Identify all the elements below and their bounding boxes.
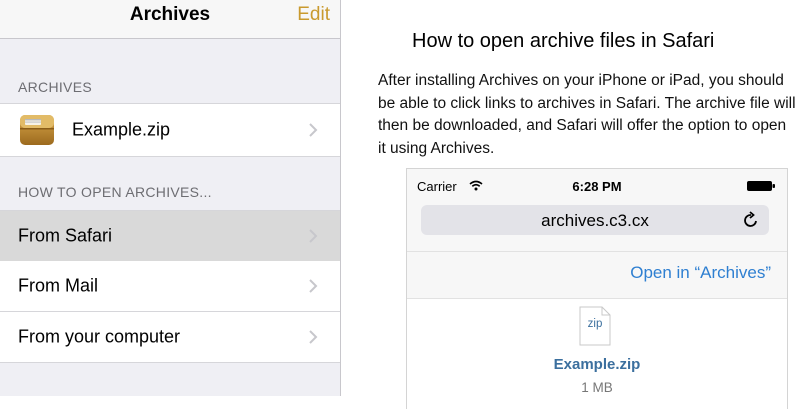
detail-body-text: After installing Archives on your iPhone… — [378, 72, 796, 157]
master-pane: Archives Edit ARCHIVES Example.zip HOW T… — [0, 0, 341, 396]
chevron-right-icon — [309, 123, 318, 137]
file-type-label: zip — [587, 318, 603, 330]
detail-title: How to open archive files in Safari — [412, 30, 715, 52]
row-label: From Mail — [18, 275, 98, 296]
reload-icon — [744, 211, 757, 227]
row-label: From Safari — [18, 225, 113, 246]
nav-title: Archives — [129, 4, 211, 25]
navigation-bar: Archives Edit — [0, 0, 340, 39]
battery-icon — [747, 181, 775, 191]
safari-screenshot-illustration: Carrier 6:28 PM archives.c3.cx Open in “… — [406, 168, 788, 409]
file-name: Example.zip — [553, 356, 641, 373]
status-time: 6:28 PM — [572, 179, 622, 194]
edit-button[interactable]: Edit — [297, 4, 330, 26]
section-header-archives: ARCHIVES — [18, 79, 92, 95]
archive-label: Example.zip — [72, 119, 171, 140]
row-from-safari[interactable]: From Safari — [0, 210, 340, 262]
url-text: archives.c3.cx — [541, 211, 649, 230]
address-bar: archives.c3.cx — [421, 205, 769, 235]
status-bar: Carrier 6:28 PM — [407, 169, 787, 201]
row-from-your-computer[interactable]: From your computer — [0, 312, 340, 363]
row-label: From your computer — [18, 326, 181, 347]
page-content: Open in “Archives” zip Example.zip 1 MB — [407, 251, 787, 409]
open-in-archives-button: Open in “Archives” — [630, 263, 771, 282]
archive-row-example-zip[interactable]: Example.zip — [0, 103, 340, 157]
chevron-right-icon — [309, 330, 318, 344]
zip-archive-icon — [20, 115, 54, 145]
section-header-how-to: HOW TO OPEN ARCHIVES... — [18, 184, 212, 200]
file-size: 1 MB — [581, 380, 613, 395]
chevron-right-icon — [309, 279, 318, 293]
open-in-bar: Open in “Archives” — [407, 252, 787, 299]
row-from-mail[interactable]: From Mail — [0, 261, 340, 312]
chevron-right-icon — [309, 229, 318, 243]
